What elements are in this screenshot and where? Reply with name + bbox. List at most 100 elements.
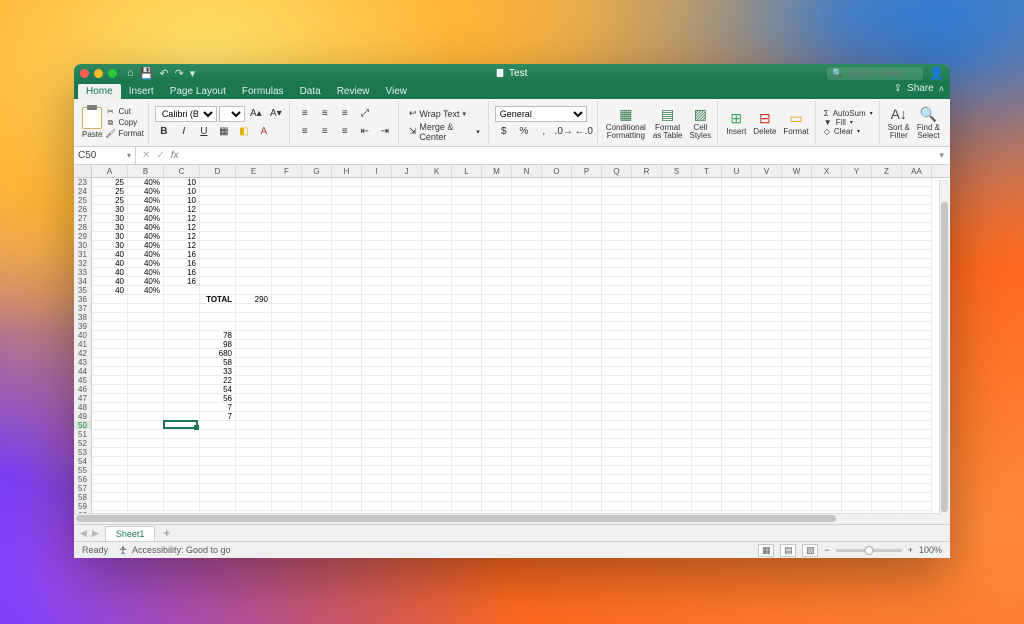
- cell-U52[interactable]: [722, 439, 752, 448]
- cell-K31[interactable]: [422, 250, 452, 259]
- cell-A41[interactable]: [92, 340, 128, 349]
- search-input[interactable]: [847, 68, 917, 78]
- cell-S25[interactable]: [662, 196, 692, 205]
- cell-T24[interactable]: [692, 187, 722, 196]
- cell-F46[interactable]: [272, 385, 302, 394]
- cell-S31[interactable]: [662, 250, 692, 259]
- cell-M48[interactable]: [482, 403, 512, 412]
- cell-Z33[interactable]: [872, 268, 902, 277]
- cell-T43[interactable]: [692, 358, 722, 367]
- cell-Z49[interactable]: [872, 412, 902, 421]
- cell-V38[interactable]: [752, 313, 782, 322]
- row-header-41[interactable]: 41: [74, 340, 92, 349]
- cell-styles-button[interactable]: ▨Cell Styles: [687, 105, 713, 140]
- cell-Q50[interactable]: [602, 421, 632, 430]
- paste-button[interactable]: Paste: [82, 107, 102, 139]
- cell-O44[interactable]: [542, 367, 572, 376]
- cell-B53[interactable]: [128, 448, 164, 457]
- cell-R30[interactable]: [632, 241, 662, 250]
- cell-C33[interactable]: 16: [164, 268, 200, 277]
- fx-icon[interactable]: fx: [171, 150, 179, 161]
- cell-M50[interactable]: [482, 421, 512, 430]
- row-header-30[interactable]: 30: [74, 241, 92, 250]
- cell-L52[interactable]: [452, 439, 482, 448]
- cell-P43[interactable]: [572, 358, 602, 367]
- cell-X49[interactable]: [812, 412, 842, 421]
- cell-R44[interactable]: [632, 367, 662, 376]
- cell-R58[interactable]: [632, 493, 662, 502]
- cell-X37[interactable]: [812, 304, 842, 313]
- cell-H47[interactable]: [332, 394, 362, 403]
- cell-S28[interactable]: [662, 223, 692, 232]
- cell-B34[interactable]: 40%: [128, 277, 164, 286]
- cell-E57[interactable]: [236, 484, 272, 493]
- cell-X41[interactable]: [812, 340, 842, 349]
- cell-E48[interactable]: [236, 403, 272, 412]
- cell-N36[interactable]: [512, 295, 542, 304]
- cell-U50[interactable]: [722, 421, 752, 430]
- cell-V47[interactable]: [752, 394, 782, 403]
- cell-Q57[interactable]: [602, 484, 632, 493]
- cell-P24[interactable]: [572, 187, 602, 196]
- expand-formula-icon[interactable]: ▾: [933, 150, 950, 161]
- cell-A33[interactable]: 40: [92, 268, 128, 277]
- cell-X36[interactable]: [812, 295, 842, 304]
- cell-T23[interactable]: [692, 178, 722, 187]
- cell-O36[interactable]: [542, 295, 572, 304]
- cell-F44[interactable]: [272, 367, 302, 376]
- cell-S52[interactable]: [662, 439, 692, 448]
- cell-E54[interactable]: [236, 457, 272, 466]
- cell-M45[interactable]: [482, 376, 512, 385]
- cell-T48[interactable]: [692, 403, 722, 412]
- cell-N39[interactable]: [512, 322, 542, 331]
- cell-Z42[interactable]: [872, 349, 902, 358]
- cell-V28[interactable]: [752, 223, 782, 232]
- cell-T36[interactable]: [692, 295, 722, 304]
- cell-AA39[interactable]: [902, 322, 932, 331]
- cell-I52[interactable]: [362, 439, 392, 448]
- cell-I23[interactable]: [362, 178, 392, 187]
- cell-J29[interactable]: [392, 232, 422, 241]
- cell-P53[interactable]: [572, 448, 602, 457]
- cell-H46[interactable]: [332, 385, 362, 394]
- align-center-button[interactable]: ≡: [316, 124, 334, 140]
- cell-N47[interactable]: [512, 394, 542, 403]
- cell-V23[interactable]: [752, 178, 782, 187]
- indent-dec-button[interactable]: ⇤: [356, 124, 374, 140]
- col-header-F[interactable]: F: [272, 165, 302, 177]
- cell-J24[interactable]: [392, 187, 422, 196]
- cell-N46[interactable]: [512, 385, 542, 394]
- cell-A23[interactable]: 25: [92, 178, 128, 187]
- cell-X48[interactable]: [812, 403, 842, 412]
- cell-Y25[interactable]: [842, 196, 872, 205]
- cell-F41[interactable]: [272, 340, 302, 349]
- cell-S50[interactable]: [662, 421, 692, 430]
- cell-U23[interactable]: [722, 178, 752, 187]
- cell-R56[interactable]: [632, 475, 662, 484]
- cell-L37[interactable]: [452, 304, 482, 313]
- cell-E42[interactable]: [236, 349, 272, 358]
- cell-K33[interactable]: [422, 268, 452, 277]
- cell-H59[interactable]: [332, 502, 362, 511]
- col-header-H[interactable]: H: [332, 165, 362, 177]
- cell-J57[interactable]: [392, 484, 422, 493]
- col-header-C[interactable]: C: [164, 165, 200, 177]
- page-break-view-button[interactable]: ▧: [802, 544, 818, 557]
- cell-S53[interactable]: [662, 448, 692, 457]
- cell-O41[interactable]: [542, 340, 572, 349]
- cell-L29[interactable]: [452, 232, 482, 241]
- cell-H42[interactable]: [332, 349, 362, 358]
- col-header-B[interactable]: B: [128, 165, 164, 177]
- cell-B27[interactable]: 40%: [128, 214, 164, 223]
- cell-P25[interactable]: [572, 196, 602, 205]
- cell-B29[interactable]: 40%: [128, 232, 164, 241]
- cell-K43[interactable]: [422, 358, 452, 367]
- cell-Y32[interactable]: [842, 259, 872, 268]
- cell-X50[interactable]: [812, 421, 842, 430]
- cell-F59[interactable]: [272, 502, 302, 511]
- cell-Z39[interactable]: [872, 322, 902, 331]
- row-header-23[interactable]: 23: [74, 178, 92, 187]
- zoom-out-button[interactable]: −: [824, 545, 829, 555]
- cell-G36[interactable]: [302, 295, 332, 304]
- cell-O35[interactable]: [542, 286, 572, 295]
